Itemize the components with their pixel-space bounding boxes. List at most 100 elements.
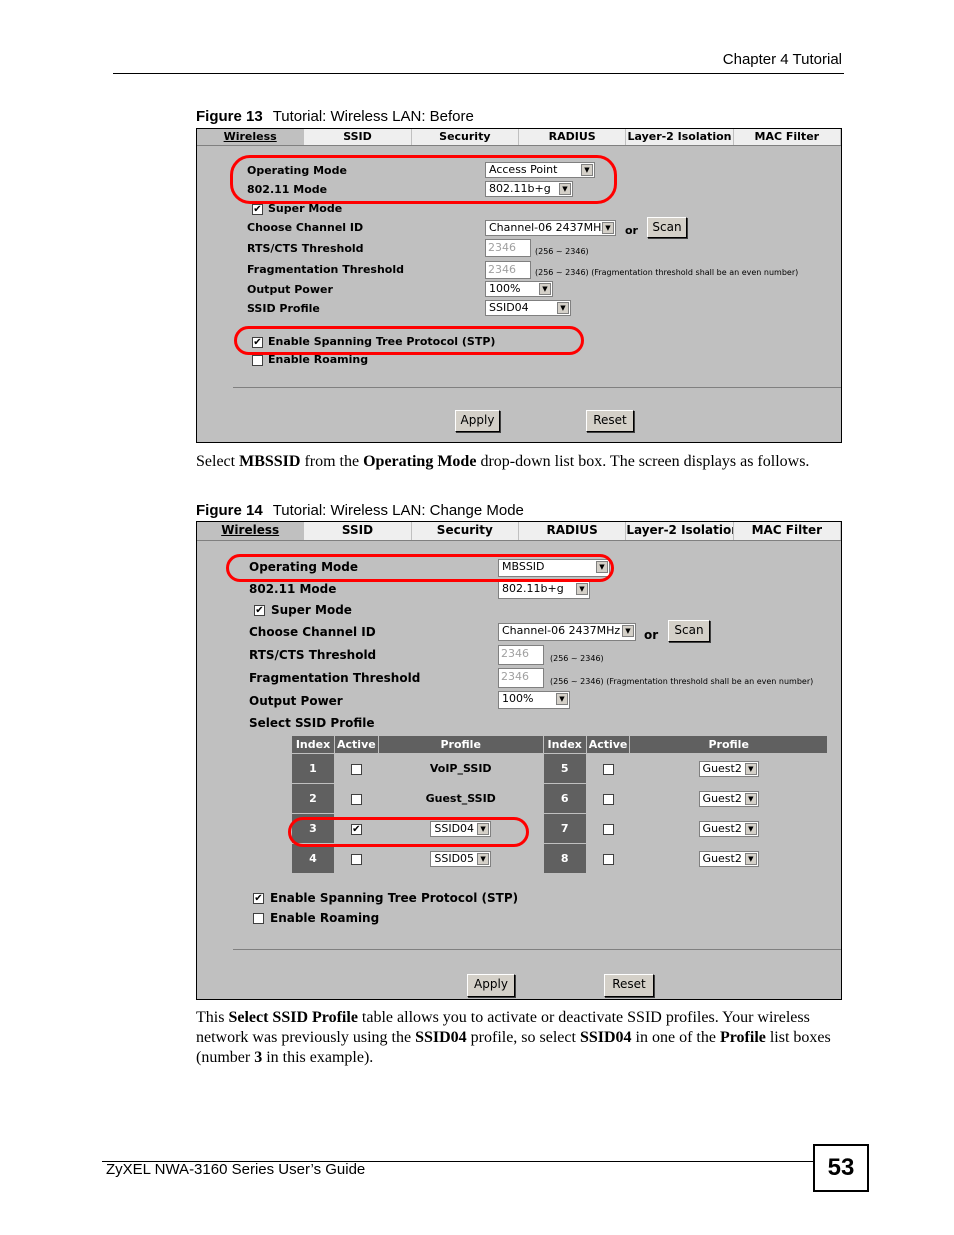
output-power-select[interactable]: 100% ▼	[498, 691, 570, 709]
ssid-profile-select[interactable]: SSID04 ▼	[485, 300, 571, 316]
divider	[233, 387, 841, 388]
ssid-profile-label: SSID Profile	[247, 302, 320, 315]
stp-checkbox[interactable]: ✔	[253, 893, 264, 904]
table-row: 3 ✔ SSID04 ▼ 7 Guest2 ▼	[291, 813, 828, 844]
rts-input[interactable]: 2346	[498, 645, 544, 665]
figure14-title: Tutorial: Wireless LAN: Change Mode	[272, 502, 524, 519]
80211-mode-select[interactable]: 802.11b+g ▼	[498, 581, 590, 599]
tab-bar: Wireless SSID Security RADIUS Layer-2 Is…	[197, 522, 841, 541]
output-power-select[interactable]: 100% ▼	[485, 281, 553, 297]
profile-select[interactable]: Guest2 ▼	[698, 790, 759, 807]
80211-mode-label: 802.11 Mode	[249, 582, 337, 596]
profile-select[interactable]: Guest2 ▼	[698, 850, 759, 867]
table-row: 2 Guest_SSID 6 Guest2 ▼	[291, 783, 828, 814]
operating-mode-label: Operating Mode	[249, 560, 359, 574]
or-text: or	[625, 224, 638, 237]
tab-wireless[interactable]: Wireless	[197, 129, 305, 145]
frag-hint: (256 ~ 2346) (Fragmentation threshold sh…	[550, 677, 814, 686]
stp-checkbox[interactable]: ✔	[252, 337, 263, 348]
header-rule	[113, 73, 844, 74]
profile-select[interactable]: SSID05 ▼	[430, 850, 492, 867]
scan-button[interactable]: Scan	[647, 217, 687, 238]
profile-value: SSID04	[434, 821, 475, 835]
channel-value: Channel-06 2437MHz	[502, 624, 621, 637]
active-checkbox[interactable]	[602, 823, 614, 835]
tab-mac-filter[interactable]: MAC Filter	[733, 522, 841, 540]
profile-select[interactable]: Guest2 ▼	[698, 760, 759, 777]
profile-value: Guest2	[702, 821, 742, 835]
index-cell: 5	[542, 753, 587, 784]
tab-radius[interactable]: RADIUS	[518, 129, 627, 145]
rts-label: RTS/CTS Threshold	[249, 648, 377, 662]
tab-security[interactable]: Security	[411, 129, 519, 145]
frag-label: Fragmentation Threshold	[249, 671, 421, 685]
reset-button[interactable]: Reset	[604, 974, 654, 997]
tab-layer2-isolation[interactable]: Layer-2 Isolation	[626, 522, 734, 540]
index-cell: 8	[542, 843, 587, 874]
active-cell	[585, 843, 631, 874]
profile-name: Guest_SSID	[377, 783, 544, 814]
channel-label: Choose Channel ID	[249, 625, 376, 639]
active-checkbox[interactable]	[602, 853, 614, 865]
super-mode-checkbox[interactable]: ✔	[252, 204, 263, 215]
or-text: or	[644, 628, 659, 642]
bold-text: 3	[254, 1049, 263, 1066]
apply-button[interactable]: Apply	[455, 410, 500, 432]
channel-select[interactable]: Channel-06 2437MHz ▼	[485, 220, 616, 236]
active-checkbox[interactable]	[350, 853, 362, 865]
active-checkbox[interactable]	[602, 793, 614, 805]
tab-ssid[interactable]: SSID	[304, 129, 412, 145]
profile-value: Guest2	[702, 851, 742, 865]
80211-mode-value: 802.11b+g	[502, 582, 564, 595]
apply-button[interactable]: Apply	[467, 974, 515, 997]
active-cell	[585, 783, 631, 814]
rts-input[interactable]: 2346	[485, 239, 531, 257]
profile-cell: SSID04 ▼	[377, 813, 544, 844]
profile-cell: SSID05 ▼	[377, 843, 544, 874]
page-number: 53	[813, 1144, 869, 1192]
index-cell: 2	[291, 783, 335, 814]
bold-text: Operating Mode	[363, 453, 477, 470]
operating-mode-select[interactable]: MBSSID ▼	[498, 559, 610, 577]
chevron-down-icon: ▼	[559, 183, 571, 195]
tab-ssid[interactable]: SSID	[304, 522, 412, 540]
tab-layer2-isolation[interactable]: Layer-2 Isolation	[626, 129, 734, 145]
channel-label: Choose Channel ID	[247, 221, 364, 234]
active-checkbox[interactable]	[350, 793, 362, 805]
scan-button[interactable]: Scan	[668, 620, 710, 642]
tab-mac-filter[interactable]: MAC Filter	[733, 129, 841, 145]
profile-select[interactable]: Guest2 ▼	[698, 820, 759, 837]
frag-input[interactable]: 2346	[485, 261, 531, 279]
figure13-screenshot: Wireless SSID Security RADIUS Layer-2 Is…	[196, 128, 842, 443]
active-checkbox[interactable]	[602, 763, 614, 775]
operating-mode-value: Access Point	[489, 163, 558, 176]
profile-value: Guest2	[702, 791, 742, 805]
tab-radius[interactable]: RADIUS	[518, 522, 627, 540]
channel-select[interactable]: Channel-06 2437MHz ▼	[498, 623, 636, 641]
super-mode-checkbox[interactable]: ✔	[254, 605, 265, 616]
profile-cell: Guest2 ▼	[629, 843, 828, 874]
tab-security[interactable]: Security	[411, 522, 519, 540]
80211-mode-select[interactable]: 802.11b+g ▼	[485, 181, 573, 197]
bold-text: SSID04	[415, 1029, 467, 1046]
chevron-down-icon: ▼	[622, 625, 634, 637]
tab-wireless[interactable]: Wireless	[197, 522, 305, 540]
frag-input[interactable]: 2346	[498, 668, 544, 688]
rts-hint: (256 ~ 2346)	[550, 654, 604, 663]
active-checkbox[interactable]: ✔	[350, 823, 362, 835]
active-cell	[585, 813, 631, 844]
text: from the	[300, 453, 364, 470]
roaming-checkbox[interactable]	[252, 355, 263, 366]
roaming-checkbox[interactable]	[253, 913, 264, 924]
profile-select[interactable]: SSID04 ▼	[430, 820, 492, 837]
table-row: 4 SSID05 ▼ 8 Guest2 ▼	[291, 843, 828, 874]
channel-value: Channel-06 2437MHz	[489, 221, 608, 234]
active-checkbox[interactable]	[350, 763, 362, 775]
table-header-row: Index Active Profile Index Active Profil…	[291, 735, 828, 754]
reset-button[interactable]: Reset	[586, 410, 634, 432]
operating-mode-select[interactable]: Access Point ▼	[485, 162, 595, 178]
stp-label: Enable Spanning Tree Protocol (STP)	[270, 891, 519, 905]
rts-hint: (256 ~ 2346)	[535, 247, 589, 256]
text: profile, so select	[466, 1029, 580, 1046]
chevron-down-icon: ▼	[557, 302, 569, 314]
